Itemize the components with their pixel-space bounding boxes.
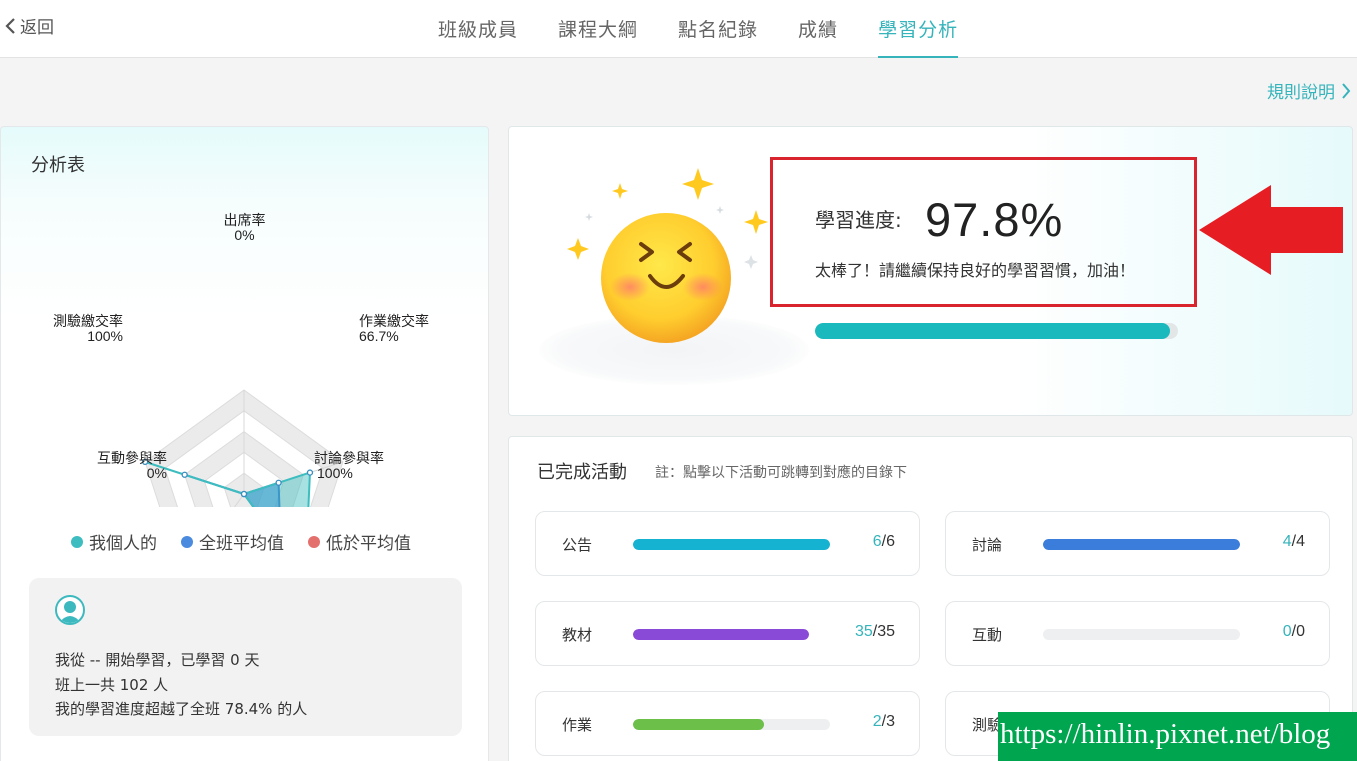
activity-name: 討論 [972, 536, 1003, 554]
radar-grid [144, 389, 344, 507]
activity-total-count: /35 [872, 623, 895, 640]
tab-attendance[interactable]: 點名紀錄 [658, 0, 778, 58]
activity-progress-bar [633, 629, 809, 640]
activity-item-materials[interactable]: 教材 35/35 [535, 601, 920, 666]
legend-label: 我個人的 [89, 534, 157, 554]
progress-bar [815, 323, 1178, 339]
activity-item-discussion[interactable]: 討論 4/4 [945, 511, 1330, 576]
analysis-title: 分析表 [31, 155, 85, 176]
activity-progress-fill [1043, 539, 1240, 550]
watermark: https://hinlin.pixnet.net/blog [998, 712, 1357, 761]
analysis-card: 分析表 出席率 0% 作業繳交率 66.7% 討論參與率 100% 互動參與率 … [0, 126, 489, 761]
activity-done-count: 2 [872, 713, 882, 730]
activities-note: 註：點擊以下活動可跳轉到對應的目錄下 [655, 465, 907, 481]
info-ranking: 我的學習進度超越了全班 78.4% 的人 [55, 700, 308, 718]
legend-item-personal[interactable]: 我個人的 [71, 529, 157, 554]
radar-legend: 我個人的 全班平均值 低於平均值 [71, 529, 411, 554]
radar-data-point [275, 479, 282, 486]
radar-label-discussion: 討論參與率 100% [314, 451, 384, 481]
activity-count: 6/6 [873, 533, 895, 551]
activity-progress-fill [633, 719, 765, 730]
progress-value: 97.8% [925, 193, 1064, 246]
activity-progress-bar [633, 719, 830, 730]
radar-label-value: 66.7% [359, 328, 399, 344]
back-label: 返回 [20, 18, 54, 38]
activity-progress-bar [633, 539, 830, 550]
chevron-right-icon [1342, 82, 1351, 99]
info-class-size: 班上一共 102 人 [55, 676, 169, 694]
activity-name: 教材 [562, 626, 593, 644]
radar-label-attendance: 出席率 0% [207, 213, 282, 243]
radar-label-value: 100% [87, 328, 123, 344]
info-start-date: 我從 -- 開始學習，已學習 0 天 [55, 651, 260, 669]
user-icon [59, 601, 81, 623]
radar-label-value: 100% [317, 465, 353, 481]
activity-progress-bar [1043, 539, 1240, 550]
activity-done-count: 35 [854, 623, 873, 640]
red-arrow-icon [1199, 185, 1343, 275]
radar-data-point [306, 469, 314, 476]
top-nav-bar: 返回 班級成員 課程大綱 點名紀錄 成績 學習分析 [0, 0, 1357, 58]
radar-label-text: 作業繳交率 [359, 313, 429, 329]
tab-class-members[interactable]: 班級成員 [418, 0, 538, 58]
activity-name: 作業 [562, 716, 593, 734]
activity-done-count: 4 [1282, 533, 1292, 550]
activity-item-interaction[interactable]: 互動 0/0 [945, 601, 1330, 666]
rules-link[interactable]: 規則說明 [1267, 78, 1351, 103]
activity-name: 互動 [972, 626, 1003, 644]
radar-label-homework: 作業繳交率 66.7% [359, 314, 429, 344]
activity-count: 0/0 [1283, 623, 1305, 641]
tab-syllabus[interactable]: 課程大綱 [538, 0, 658, 58]
activity-done-count: 6 [872, 533, 882, 550]
legend-item-class-average[interactable]: 全班平均值 [181, 529, 284, 554]
activity-progress-bar [1043, 629, 1240, 640]
radar-label-text: 測驗繳交率 [53, 313, 123, 329]
activity-total-count: /6 [881, 533, 895, 550]
learning-info-box: 我從 -- 開始學習，已學習 0 天 班上一共 102 人 我的學習進度超越了全… [29, 578, 462, 736]
activity-progress-fill [633, 539, 830, 550]
radar-label-text: 出席率 [223, 212, 266, 228]
legend-dot [71, 535, 83, 548]
activities-title: 已完成活動 [537, 462, 627, 483]
radar-label-interaction: 互動參與率 0% [97, 451, 167, 481]
legend-dot [308, 535, 320, 548]
tab-bar: 班級成員 課程大綱 點名紀錄 成績 學習分析 [418, 0, 978, 58]
radar-label-value: 0% [146, 465, 167, 481]
rules-label: 規則說明 [1267, 83, 1335, 103]
emoji-shadow [539, 315, 809, 385]
legend-label: 低於平均值 [326, 534, 411, 554]
radar-label-text: 討論參與率 [314, 450, 384, 466]
back-button[interactable]: 返回 [4, 13, 54, 38]
activity-total-count: /0 [1291, 623, 1305, 640]
tab-learning-analysis[interactable]: 學習分析 [858, 0, 978, 58]
progress-label: 學習進度: [815, 208, 902, 232]
activity-progress-fill [633, 629, 809, 640]
activity-total-count: /3 [881, 713, 895, 730]
activity-item-announcement[interactable]: 公告 6/6 [535, 511, 920, 576]
radar-label-value: 0% [234, 227, 255, 243]
radar-chart [141, 389, 344, 507]
activity-count: 2/3 [873, 713, 895, 731]
legend-label: 全班平均值 [199, 534, 284, 554]
activity-name: 公告 [562, 536, 593, 554]
radar-data-point [240, 490, 248, 498]
tab-grades[interactable]: 成績 [778, 0, 858, 58]
activity-item-homework[interactable]: 作業 2/3 [535, 691, 920, 756]
avatar [55, 595, 85, 625]
activity-done-count: 0 [1282, 623, 1292, 640]
progress-bar-fill [815, 323, 1170, 339]
activity-total-count: /4 [1291, 533, 1305, 550]
chevron-left-icon [5, 17, 15, 34]
radar-label-quiz: 測驗繳交率 100% [53, 314, 123, 344]
radar-data-point [181, 471, 188, 478]
legend-item-below-average[interactable]: 低於平均值 [308, 529, 411, 554]
radar-label-text: 互動參與率 [97, 450, 167, 466]
activity-count: 4/4 [1283, 533, 1305, 551]
progress-message: 太棒了！請繼續保持良好的學習習慣，加油！ [815, 261, 1136, 280]
activity-count: 35/35 [855, 623, 895, 641]
legend-dot [181, 535, 193, 548]
